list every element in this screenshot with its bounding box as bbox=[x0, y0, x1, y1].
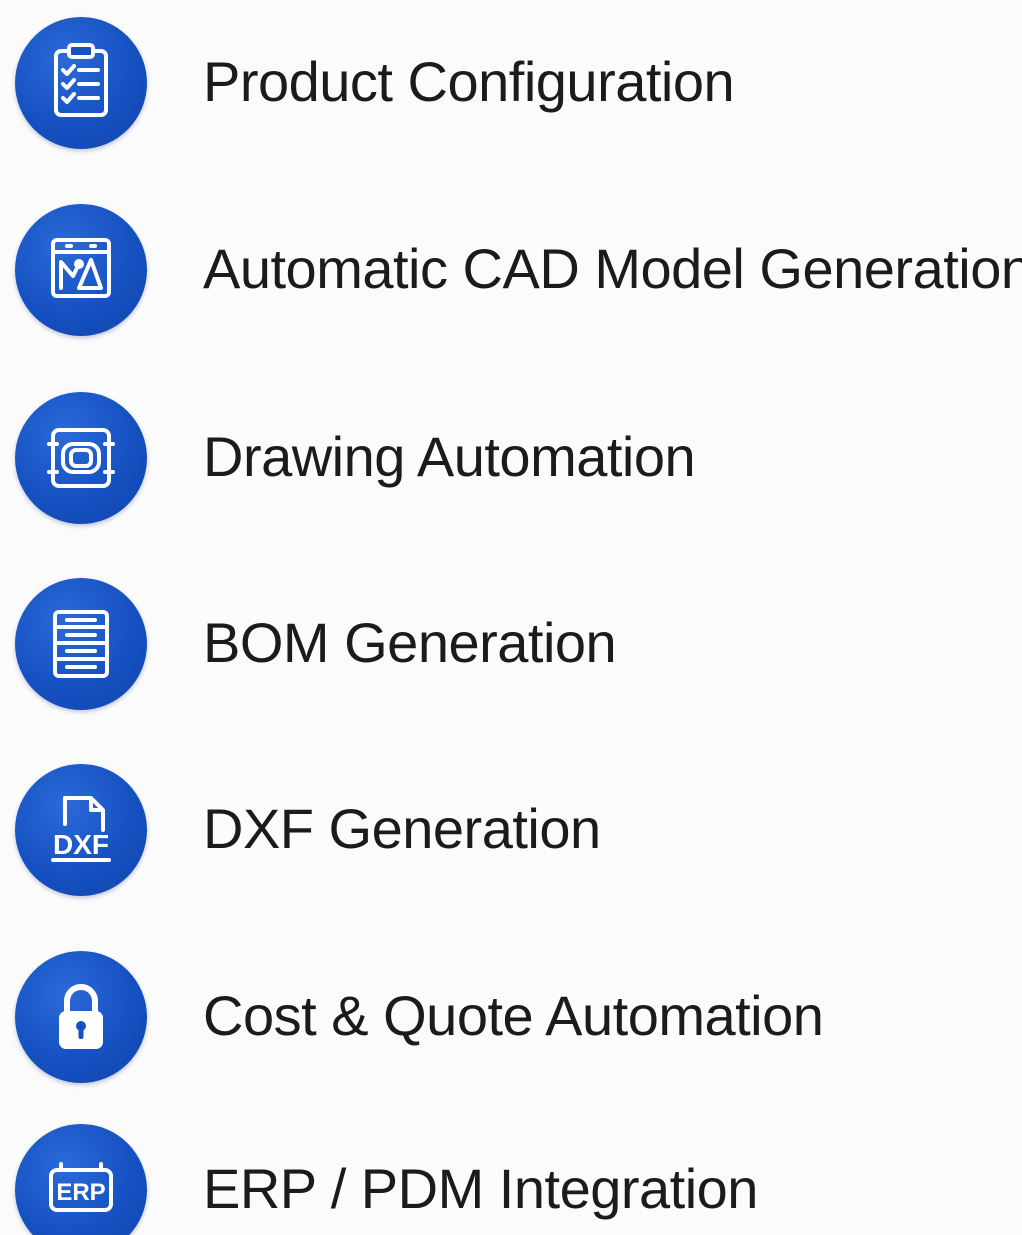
feature-item-cost-quote-automation: Cost & Quote Automation bbox=[0, 934, 1022, 1094]
feature-label: Drawing Automation bbox=[203, 425, 696, 488]
feature-label: Product Configuration bbox=[203, 50, 735, 113]
erp-icon-text: ERP bbox=[56, 1179, 105, 1206]
clipboard-checklist-icon bbox=[15, 17, 147, 149]
cad-model-icon bbox=[15, 204, 147, 336]
dxf-icon-text: DXF bbox=[53, 829, 109, 860]
feature-label: ERP / PDM Integration bbox=[203, 1157, 758, 1220]
padlock-icon bbox=[15, 951, 147, 1083]
feature-label: Cost & Quote Automation bbox=[203, 984, 824, 1047]
feature-item-erp-pdm-integration: ERP ERP / PDM Integration bbox=[0, 1107, 1022, 1235]
feature-list: Product Configuration Automatic CAD Mode… bbox=[0, 0, 1022, 1235]
dxf-file-icon: DXF bbox=[15, 764, 147, 896]
bom-list-icon bbox=[15, 578, 147, 710]
feature-item-drawing-automation: Drawing Automation bbox=[0, 375, 1022, 535]
feature-label: DXF Generation bbox=[203, 797, 601, 860]
feature-item-dxf-generation: DXF DXF Generation bbox=[0, 747, 1022, 907]
erp-icon: ERP bbox=[15, 1124, 147, 1235]
drawing-frame-icon bbox=[15, 392, 147, 524]
feature-item-product-configuration: Product Configuration bbox=[0, 0, 1022, 160]
feature-item-bom-generation: BOM Generation bbox=[0, 561, 1022, 721]
feature-item-cad-model-generation: Automatic CAD Model Generation bbox=[0, 187, 1022, 347]
feature-label: BOM Generation bbox=[203, 611, 617, 674]
feature-label: Automatic CAD Model Generation bbox=[203, 237, 1022, 300]
